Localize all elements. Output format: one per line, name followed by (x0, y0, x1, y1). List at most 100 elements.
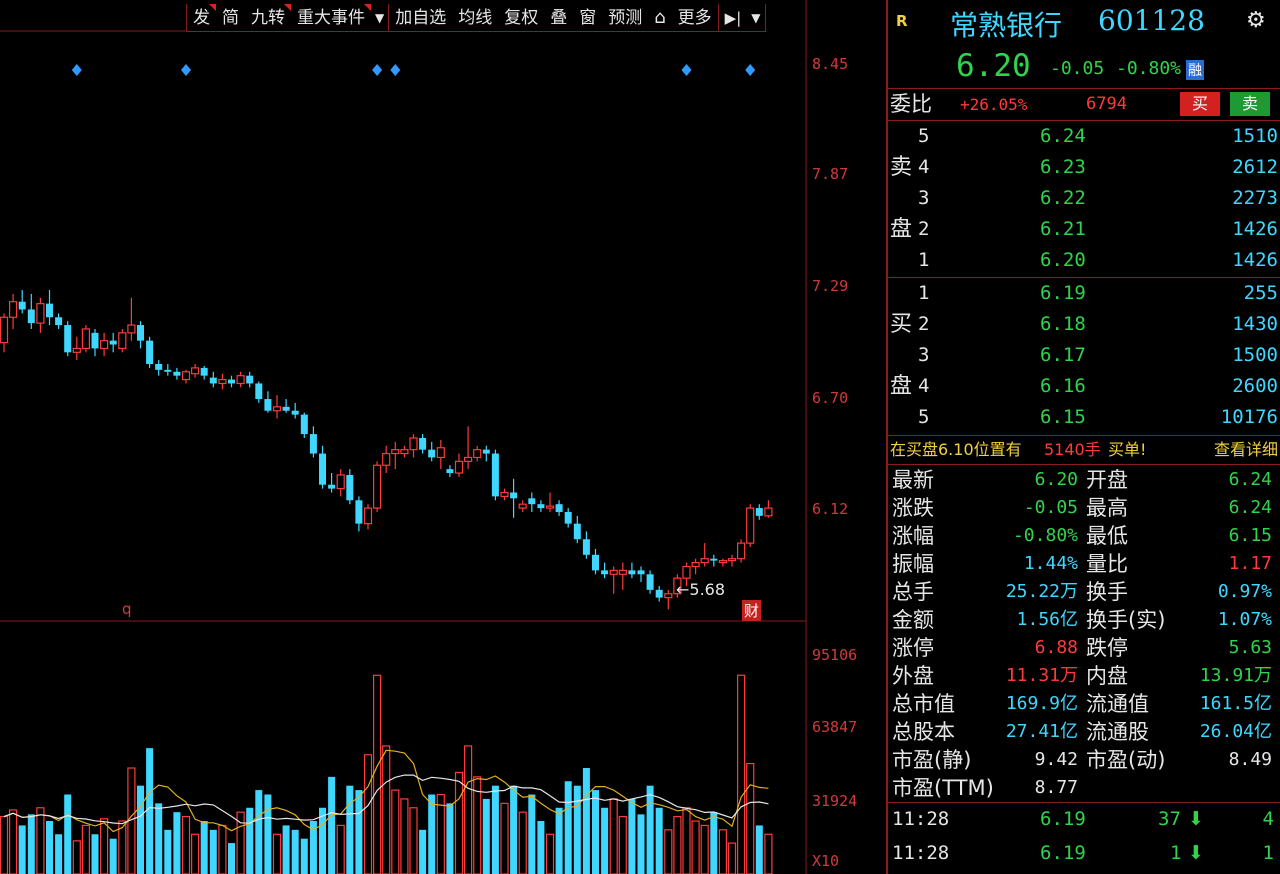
stat-label: 市盈(TTM) (892, 776, 994, 800)
big-order-notice: 在买盘6.10位置有 5140手 买单! 查看详细 (888, 436, 1280, 464)
stat-value: -0.80% (1012, 525, 1078, 546)
finance-tag[interactable]: 财 (742, 600, 762, 621)
tick-volume: 37 (1158, 808, 1181, 830)
volume-bar (582, 768, 590, 874)
volume-bar (218, 824, 227, 874)
lock-icon[interactable]: ⌂ (648, 4, 671, 32)
toolbar-more-button[interactable]: 更多 (672, 4, 718, 32)
volume-bar (18, 825, 26, 874)
candle-body (764, 507, 773, 517)
stat-value: 169.9亿 (1005, 693, 1078, 714)
sell-button[interactable]: 卖 (1230, 92, 1270, 116)
stat-label: 涨停 (892, 636, 934, 660)
stat-label: 最高 (1086, 496, 1128, 520)
toolbar-jiuzhuan-button[interactable]: 九转 (245, 3, 291, 32)
volume-bar (664, 829, 673, 874)
buy-side-label: 买 (890, 312, 913, 337)
toolbar-adjust-button[interactable]: 复权 (498, 4, 544, 32)
kline-chart-area[interactable]: 发 简 九转 重大事件 ▼ 加自选 均线 复权 叠 窗 预测 ⌂ 更多 ▶| ▼… (0, 0, 886, 874)
price-change: -0.05 (1050, 58, 1105, 79)
stat-value: 8.77 (1034, 777, 1078, 798)
stat-label: 跌停 (1086, 636, 1128, 660)
volume-bar (409, 807, 418, 874)
event-marker-icon (181, 64, 191, 76)
level-index: 2 (918, 218, 930, 240)
volume-bar (618, 815, 627, 874)
notice-text: 在买盘6.10位置有 (890, 440, 1022, 459)
candle-body (363, 507, 373, 525)
tick-volume: 1 (1170, 842, 1182, 864)
candle-body (319, 453, 326, 485)
sell-level-row: 盘 2 6.21 1426 (888, 214, 1280, 245)
candle-body (736, 542, 746, 560)
toolbar-window-button[interactable]: 窗 (573, 4, 602, 32)
buy-level-row: 3 6.17 1500 (888, 340, 1280, 371)
stat-value: 6.88 (1034, 637, 1078, 658)
candle-body (382, 452, 391, 466)
level-price: 6.23 (1040, 156, 1086, 178)
toolbar-jian-button[interactable]: 简 (216, 4, 245, 32)
toolbar-major-events-button[interactable]: 重大事件 (291, 3, 371, 32)
volume-bar (0, 815, 9, 874)
candle-body (573, 523, 581, 540)
candle-body (500, 491, 509, 497)
toolbar-overlay-button[interactable]: 叠 (544, 4, 573, 32)
volume-bar (609, 798, 618, 874)
candle-body (336, 474, 345, 490)
volume-axis-label: 95106 (812, 646, 858, 664)
sell-level-row: 3 6.22 2273 (888, 183, 1280, 214)
candle-body (564, 511, 572, 524)
volume-bar (64, 794, 72, 874)
margin-tag: 融 (1186, 60, 1204, 80)
divider (888, 802, 1280, 803)
volume-bar (291, 829, 299, 874)
buy-side-label: 盘 (890, 374, 913, 399)
candle-body (236, 375, 245, 385)
kline-chart[interactable] (0, 0, 886, 874)
candle-body (0, 316, 9, 344)
toolbar-ma-button[interactable]: 均线 (452, 4, 498, 32)
candle-body (272, 406, 282, 412)
candle-body (755, 508, 763, 516)
candle-body (27, 309, 35, 324)
view-detail-link[interactable]: 查看详细 (1214, 436, 1278, 464)
event-marker-icon (71, 64, 82, 76)
gear-icon[interactable]: ⚙ (1246, 8, 1266, 33)
volume-bar (191, 833, 200, 874)
stat-value: 8.49 (1228, 749, 1272, 770)
candle-body (637, 570, 645, 575)
chevron-down-icon[interactable]: ▼ (747, 11, 764, 25)
toolbar-fa-button[interactable]: 发 (187, 3, 216, 32)
volume-bar (510, 785, 518, 874)
chevron-down-icon[interactable]: ▼ (371, 11, 388, 25)
level-price: 6.24 (1040, 125, 1086, 147)
toolbar-add-watchlist-button[interactable]: 加自选 (389, 4, 452, 32)
skip-end-icon[interactable]: ▶| (719, 4, 748, 32)
stat-label: 流通值 (1086, 692, 1149, 716)
volume-bar (601, 807, 609, 874)
weibi-label: 委比 (890, 92, 932, 116)
volume-bar (27, 814, 35, 874)
sell-side-label: 盘 (890, 217, 913, 242)
toolbar-forecast-button[interactable]: 预测 (602, 4, 648, 32)
candle-body (282, 406, 290, 411)
chart-corner-label: q (122, 600, 132, 618)
price-axis-label: 6.70 (812, 389, 849, 407)
volume-bar (746, 762, 755, 874)
volume-bar (545, 833, 555, 874)
volume-bar (99, 818, 109, 874)
candle-body (700, 558, 709, 564)
candle-body (419, 437, 427, 450)
buy-level-row: 1 6.19 255 (888, 278, 1280, 309)
level-price: 6.17 (1040, 344, 1086, 366)
volume-bar (363, 754, 373, 874)
volume-bar (200, 821, 208, 874)
current-price: 6.20 (956, 48, 1031, 84)
buy-button[interactable]: 买 (1180, 92, 1220, 116)
candle-body (91, 332, 99, 349)
level-index: 1 (918, 282, 930, 304)
quote-panel: R 常熟银行 601128 ⚙ 6.20 -0.05 -0.80% 融 委比 +… (886, 0, 1280, 874)
stat-value: 6.20 (1034, 469, 1078, 490)
level-index: 1 (918, 249, 930, 271)
stat-value: -0.05 (1023, 497, 1078, 518)
